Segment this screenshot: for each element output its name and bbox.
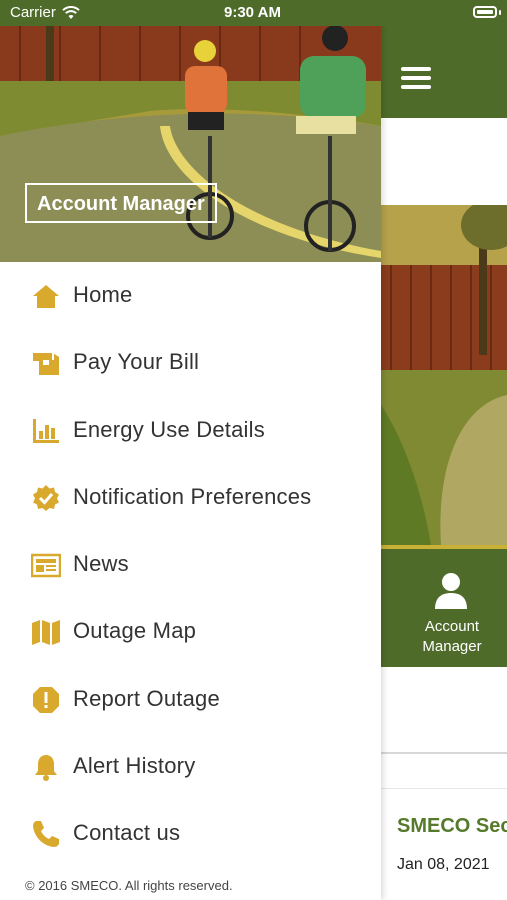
bill-icon <box>33 353 59 376</box>
background-screen: Account Manager SMECO Sec Jan 08, 2021 <box>381 0 507 900</box>
carrier-label: Carrier <box>10 4 56 21</box>
hamburger-menu-icon[interactable] <box>401 67 431 89</box>
cyclists-photo <box>0 26 381 262</box>
tile-label-line2: Manager <box>422 638 482 655</box>
menu-item-notification-preferences[interactable]: Notification Preferences <box>0 464 381 531</box>
divider <box>381 752 507 754</box>
battery-icon <box>473 6 497 18</box>
copyright-footer: © 2016 SMECO. All rights reserved. <box>25 878 233 893</box>
menu-label-notification-preferences: Notification Preferences <box>73 483 312 509</box>
app-header <box>381 26 507 118</box>
menu-label-home: Home <box>73 282 133 307</box>
menu-label-report-outage: Report Outage <box>73 685 220 711</box>
account-manager-tile[interactable]: Account Manager <box>381 549 507 667</box>
divider <box>381 788 507 789</box>
tile-label: Account Manager <box>381 617 507 657</box>
news-card-title[interactable]: SMECO Sec <box>397 815 507 838</box>
status-bar: Carrier 9:30 AM <box>0 0 507 26</box>
home-icon <box>33 285 59 308</box>
menu-item-pay-your-bill[interactable]: Pay Your Bill <box>0 329 381 396</box>
menu-item-alert-history[interactable]: Alert History <box>0 733 381 800</box>
menu-label-alert-history: Alert History <box>73 753 196 779</box>
wifi-icon <box>62 6 80 19</box>
header-spacer <box>381 118 507 205</box>
menu-label-contact-us: Contact us <box>73 820 181 846</box>
drawer-menu: Home Pay Your Bill Energy Use Details No… <box>0 262 381 868</box>
background-hero-image <box>381 205 507 545</box>
drawer-header-image: Account Manager <box>0 26 381 262</box>
menu-label-outage-map: Outage Map <box>73 618 197 644</box>
drawer-header-title: Account Manager <box>25 183 217 223</box>
warning-icon <box>33 686 59 713</box>
menu-item-news[interactable]: News <box>0 531 381 598</box>
bar-chart-icon <box>33 418 59 443</box>
menu-item-outage-map[interactable]: Outage Map <box>0 598 381 665</box>
status-time: 9:30 AM <box>224 4 281 21</box>
phone-icon <box>33 821 59 848</box>
menu-item-home[interactable]: Home <box>0 262 381 329</box>
menu-item-contact-us[interactable]: Contact us <box>0 800 381 867</box>
tile-label-line1: Account <box>424 618 480 635</box>
person-icon <box>435 573 467 609</box>
newspaper-icon <box>31 553 61 578</box>
menu-label-pay-your-bill: Pay Your Bill <box>73 349 200 375</box>
menu-label-news: News <box>73 551 129 577</box>
menu-item-report-outage[interactable]: Report Outage <box>0 666 381 733</box>
map-icon <box>32 620 60 646</box>
menu-label-energy-use-details: Energy Use Details <box>73 416 265 442</box>
menu-item-energy-use-details[interactable]: Energy Use Details <box>0 397 381 464</box>
news-card-date: Jan 08, 2021 <box>397 856 490 873</box>
badge-check-icon <box>33 484 59 511</box>
side-drawer: Account Manager Home Pay Your Bill Energ… <box>0 0 381 900</box>
battery-tip <box>499 10 501 15</box>
bell-icon <box>35 755 57 782</box>
